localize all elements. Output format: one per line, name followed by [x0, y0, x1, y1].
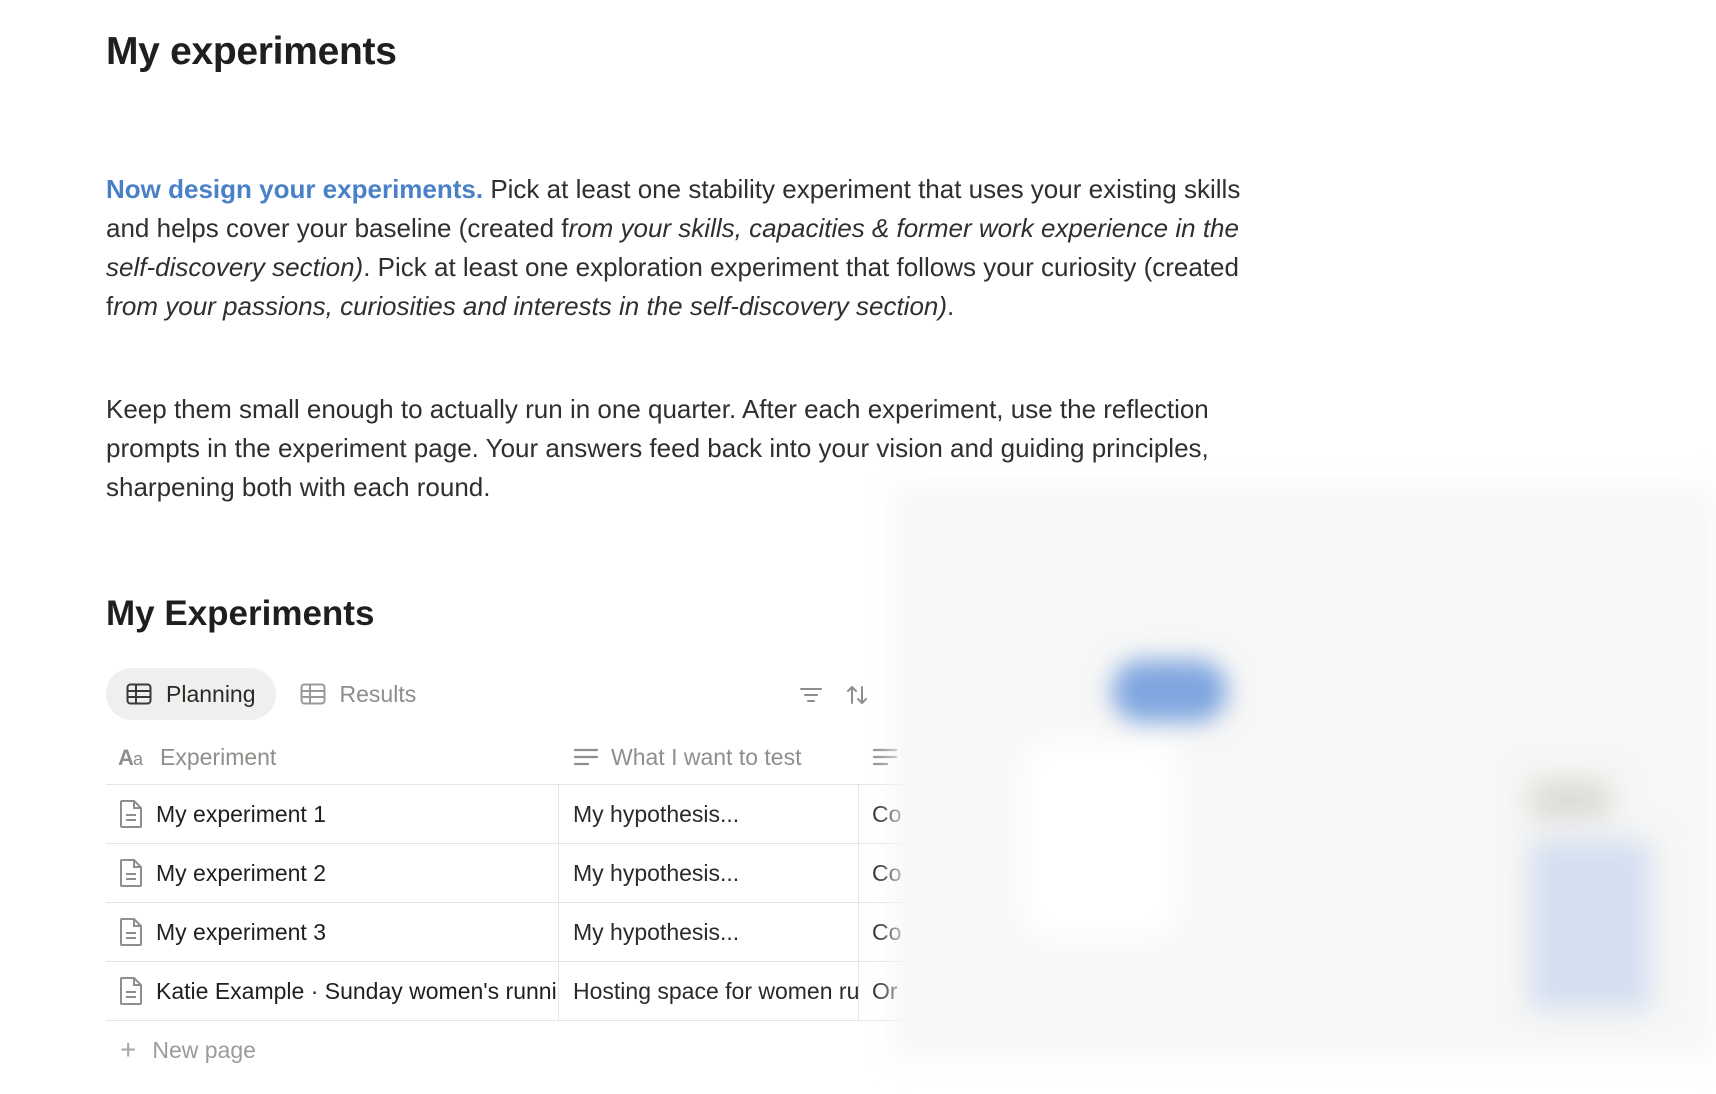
tab-planning-label: Planning: [166, 680, 256, 707]
column-header-label: What I want to test: [611, 743, 802, 770]
table-row[interactable]: My experiment 1 My hypothesis... Co: [106, 785, 906, 844]
page-icon: [118, 858, 144, 888]
blurred-overlay-avatar: [1530, 780, 1610, 820]
column-header-label: Experiment: [160, 743, 277, 770]
page-icon: [118, 917, 144, 947]
cell-experiment-name[interactable]: My experiment 2: [106, 844, 559, 902]
cell-test[interactable]: My hypothesis...: [559, 844, 859, 902]
intro-paragraph: Now design your experiments. Pick at lea…: [106, 170, 1246, 326]
row-title: My experiment 1: [156, 800, 327, 827]
filter-icon: [800, 688, 822, 702]
svg-text:A: A: [118, 746, 134, 768]
intro-text-d: rom your passions, curiosities and inter…: [113, 291, 948, 321]
table-row[interactable]: My experiment 2 My hypothesis... Co: [106, 844, 906, 903]
table-header: Aa Experiment What I want to test: [106, 730, 906, 785]
blurred-button: [1112, 660, 1227, 722]
column-header-experiment[interactable]: Aa Experiment: [106, 730, 559, 784]
intro-highlight: Now design your experiments.: [106, 174, 484, 204]
tab-results-label: Results: [339, 680, 417, 707]
text-property-icon: [573, 746, 599, 768]
page-icon: [118, 799, 144, 829]
row-title: Katie Example · Sunday women's running c…: [156, 977, 558, 1004]
cell-test[interactable]: My hypothesis...: [559, 903, 859, 961]
row-title: My experiment 3: [156, 918, 327, 945]
table-icon: [126, 683, 152, 705]
blurred-overlay-card: [1020, 740, 1180, 940]
page-title: My experiments: [106, 30, 397, 73]
svg-text:a: a: [133, 749, 144, 768]
table-row[interactable]: Katie Example · Sunday women's running c…: [106, 962, 906, 1021]
tab-results[interactable]: Results: [280, 668, 437, 720]
row-title: My experiment 2: [156, 859, 327, 886]
title-property-icon: Aa: [118, 746, 148, 768]
intro-text-e: .: [947, 291, 955, 321]
cell-test[interactable]: Hosting space for women runners: [559, 962, 859, 1020]
blurred-overlay-column: [1530, 840, 1650, 1010]
new-page-label: New page: [152, 1036, 256, 1063]
tab-planning[interactable]: Planning: [106, 668, 276, 720]
table-row[interactable]: My experiment 3 My hypothesis... Co: [106, 903, 906, 962]
new-page-button[interactable]: + New page: [106, 1021, 906, 1079]
sort-icon: [847, 686, 867, 704]
column-header-test[interactable]: What I want to test: [559, 730, 859, 784]
filter-button[interactable]: [796, 680, 826, 710]
cell-test[interactable]: My hypothesis...: [559, 785, 859, 843]
cell-experiment-name[interactable]: Katie Example · Sunday women's running c…: [106, 962, 559, 1020]
view-tabs: Planning Results: [106, 668, 440, 720]
sort-button[interactable]: [842, 680, 872, 710]
cell-experiment-name[interactable]: My experiment 1: [106, 785, 559, 843]
page-icon: [118, 976, 144, 1006]
cell-experiment-name[interactable]: My experiment 3: [106, 903, 559, 961]
experiments-table: Aa Experiment What I want to test My exp…: [106, 730, 906, 1079]
table-icon: [300, 683, 326, 705]
plus-icon: +: [120, 1034, 137, 1065]
database-title: My Experiments: [106, 594, 375, 633]
